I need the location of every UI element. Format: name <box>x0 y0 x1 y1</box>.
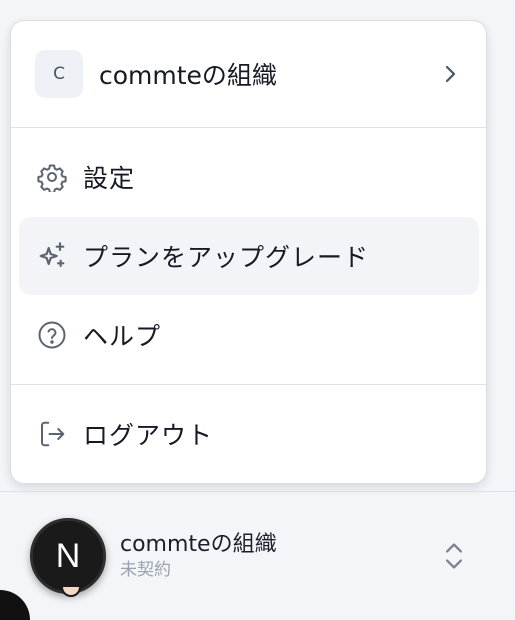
menu-item-help[interactable]: ヘルプ <box>19 296 479 374</box>
org-initial-badge: C <box>35 50 83 98</box>
app-stage: C commteの組織 設定 プランをアップグレード ヘルプ ログアウト N c… <box>0 0 515 620</box>
org-switcher-name: commteの組織 <box>120 532 277 557</box>
menu-item-label: プランをアップグレード <box>83 243 370 272</box>
logout-icon <box>35 417 69 451</box>
avatar: N <box>30 518 106 597</box>
org-switcher-text: commteの組織 未契約 <box>120 531 277 581</box>
gear-icon <box>35 160 69 194</box>
org-name: commteの組織 <box>99 61 277 90</box>
sparkles-icon <box>35 239 69 273</box>
chevrons-up-down-icon <box>445 543 462 569</box>
help-circle-icon <box>35 318 69 352</box>
org-switcher[interactable]: N commteの組織 未契約 <box>0 492 515 620</box>
menu-item-logout[interactable]: ログアウト <box>19 395 479 473</box>
menu-divider <box>11 384 486 385</box>
chevron-right-icon <box>445 65 456 83</box>
menu-item-upgrade-plan[interactable]: プランをアップグレード <box>19 217 479 295</box>
account-menu-popover: C commteの組織 設定 プランをアップグレード ヘルプ ログアウト <box>10 20 487 484</box>
subscription-status: 未契約 <box>120 560 171 580</box>
menu-item-settings[interactable]: 設定 <box>19 138 479 216</box>
org-initial: C <box>53 64 65 84</box>
menu-item-label: ログアウト <box>83 421 214 450</box>
menu-item-label: ヘルプ <box>83 322 162 351</box>
avatar-letter: N <box>55 536 81 575</box>
menu-divider <box>11 127 486 128</box>
avatar-decoration <box>61 587 81 597</box>
org-selector-row[interactable]: C commteの組織 <box>11 21 486 127</box>
menu-item-label: 設定 <box>83 164 136 193</box>
